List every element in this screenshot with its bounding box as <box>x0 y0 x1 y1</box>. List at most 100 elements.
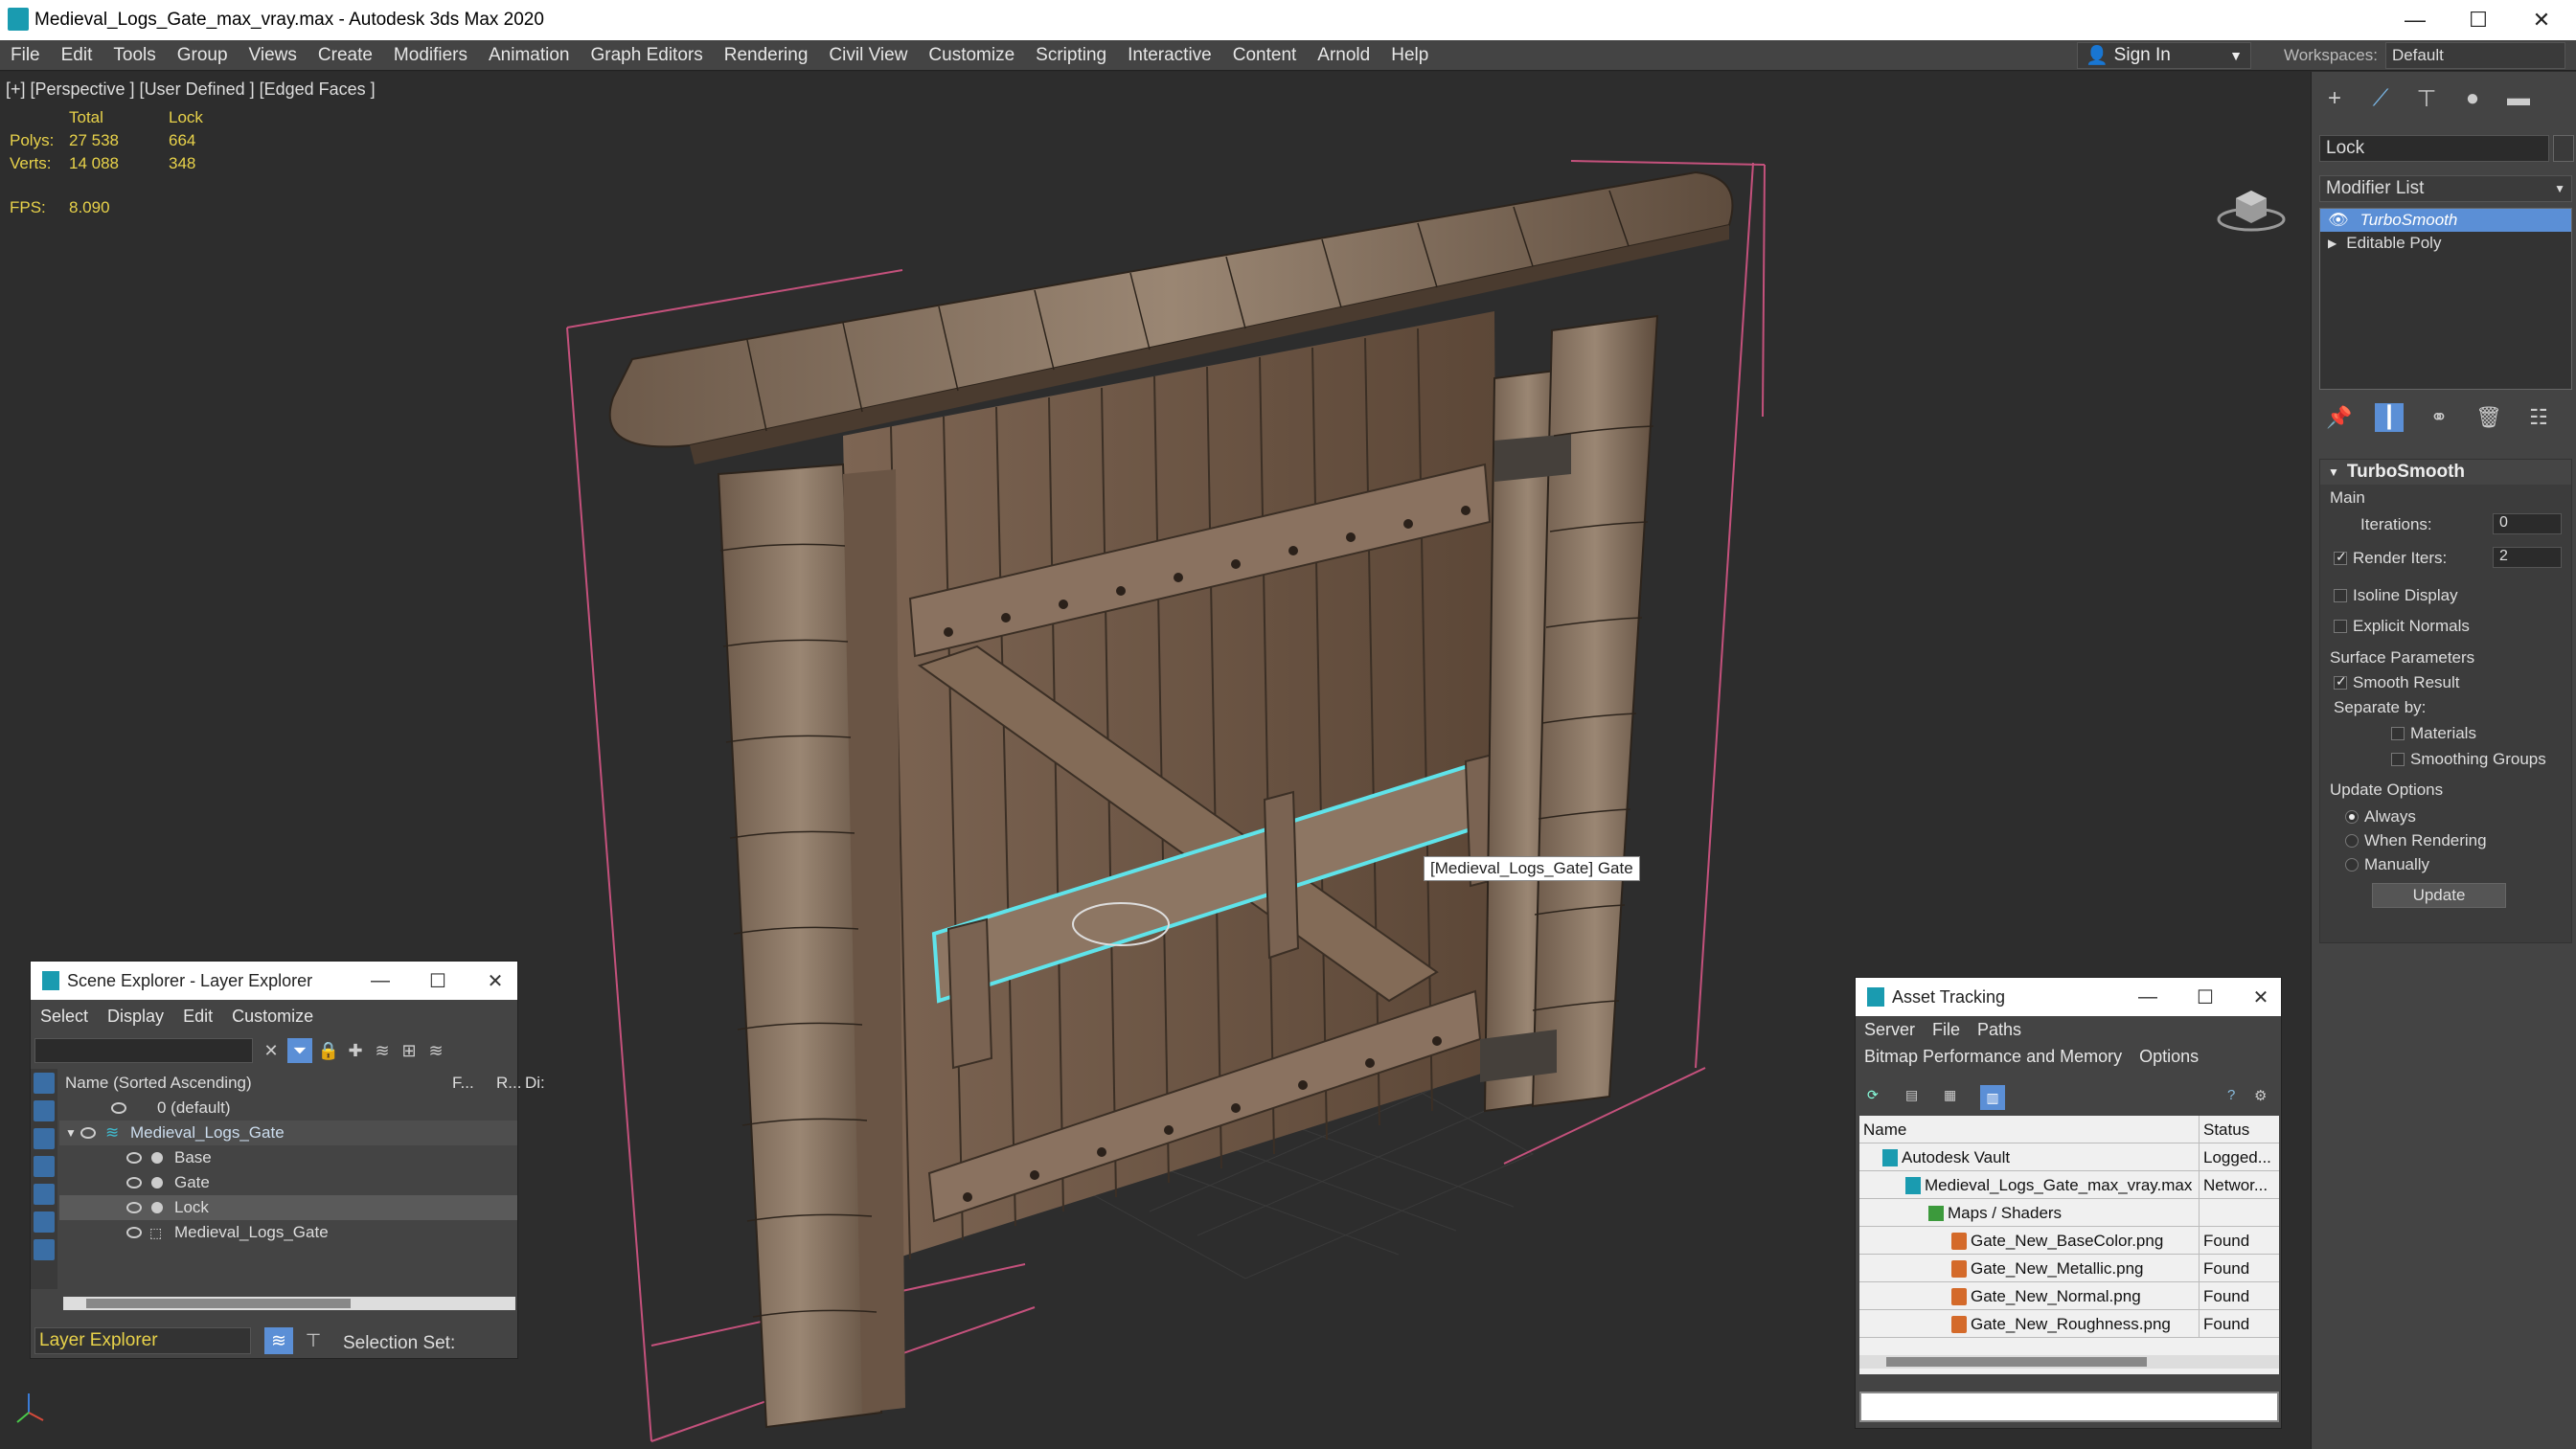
object-color-swatch[interactable] <box>2553 135 2574 162</box>
asset-column-name[interactable]: Name <box>1863 1116 1906 1143</box>
asset-row[interactable]: Medieval_Logs_Gate_max_vray.max Networ..… <box>1859 1171 2279 1199</box>
menu-tools[interactable]: Tools <box>103 45 166 66</box>
menu-file[interactable]: File <box>0 45 51 66</box>
table-view-icon[interactable]: ▦ <box>1944 1087 1965 1108</box>
asset-menu-paths[interactable]: Paths <box>1969 1020 2030 1040</box>
menu-arnold[interactable]: Arnold <box>1307 45 1380 66</box>
menu-rendering[interactable]: Rendering <box>714 45 819 66</box>
show-end-result-icon[interactable]: ┃ <box>2375 403 2404 432</box>
motion-tab-icon[interactable]: ● <box>2455 81 2490 116</box>
menu-group[interactable]: Group <box>167 45 239 66</box>
display-lights-icon[interactable] <box>34 1128 55 1149</box>
column-name[interactable]: Name (Sorted Ascending) <box>65 1074 252 1093</box>
object-row[interactable]: Gate <box>59 1170 517 1195</box>
eye-icon[interactable] <box>126 1177 142 1189</box>
scene-explorer-minimize-button[interactable]: — <box>360 962 400 1000</box>
menu-help[interactable]: Help <box>1380 45 1439 66</box>
materials-checkbox[interactable] <box>2391 727 2405 740</box>
clear-search-icon[interactable]: ✕ <box>259 1038 284 1063</box>
viewport-label[interactable]: [+] [Perspective ] [User Defined ] [Edge… <box>6 79 376 100</box>
scene-menu-select[interactable]: Select <box>31 1007 98 1027</box>
asset-column-status[interactable]: Status <box>2199 1116 2279 1143</box>
display-none-icon[interactable] <box>34 1073 55 1094</box>
scene-menu-edit[interactable]: Edit <box>173 1007 222 1027</box>
scrollbar-thumb[interactable] <box>86 1299 351 1308</box>
eye-icon[interactable] <box>126 1227 142 1238</box>
display-helpers-icon[interactable] <box>34 1184 55 1205</box>
remove-modifier-icon[interactable]: 🗑 <box>2474 403 2503 432</box>
display-spacewarps-icon[interactable] <box>34 1211 55 1233</box>
scene-explorer-titlebar[interactable]: Scene Explorer - Layer Explorer — ☐ ✕ <box>31 962 517 1000</box>
asset-close-button[interactable]: ✕ <box>2241 978 2281 1016</box>
object-row[interactable]: Base <box>59 1145 517 1170</box>
layer-explorer-icon[interactable]: ≋ <box>264 1327 293 1354</box>
isoline-display-checkbox[interactable] <box>2334 589 2347 602</box>
refresh-icon[interactable]: ⟳ <box>1867 1087 1888 1108</box>
iterations-spinner[interactable]: 0 <box>2493 513 2562 534</box>
minimize-button[interactable]: — <box>2383 0 2447 40</box>
update-button[interactable]: Update <box>2372 883 2506 908</box>
layer-stack-icon[interactable]: ≋ <box>423 1038 448 1063</box>
display-tab-icon[interactable]: ▬ <box>2501 81 2536 116</box>
smooth-result-checkbox[interactable] <box>2334 673 2347 690</box>
asset-menu-server[interactable]: Server <box>1856 1020 1924 1040</box>
column-frozen[interactable]: F... <box>452 1074 474 1093</box>
menu-customize[interactable]: Customize <box>918 45 1025 66</box>
display-geometry-icon[interactable] <box>34 1100 55 1121</box>
configure-modifier-sets-icon[interactable]: ☷ <box>2524 403 2553 432</box>
hierarchy-icon[interactable]: ⊞ <box>397 1038 422 1063</box>
display-groups-icon[interactable] <box>34 1239 55 1260</box>
menu-interactive[interactable]: Interactive <box>1117 45 1222 66</box>
object-row[interactable]: ⬚ Medieval_Logs_Gate <box>59 1220 517 1245</box>
scene-search-input[interactable] <box>34 1038 253 1063</box>
asset-menu-file[interactable]: File <box>1924 1020 1969 1040</box>
menu-scripting[interactable]: Scripting <box>1025 45 1117 66</box>
asset-row[interactable]: Maps / Shaders <box>1859 1199 2279 1227</box>
asset-row[interactable]: Gate_New_BaseColor.png Found <box>1859 1227 2279 1255</box>
settings-icon[interactable]: ⚙ <box>2254 1087 2267 1104</box>
update-always-radio[interactable] <box>2345 810 2359 824</box>
asset-path-field[interactable] <box>1859 1392 2279 1422</box>
menu-content[interactable]: Content <box>1222 45 1308 66</box>
add-layer-icon[interactable]: ✚ <box>343 1038 368 1063</box>
explicit-normals-checkbox[interactable] <box>2334 620 2347 633</box>
lock-icon[interactable]: 🔒 <box>316 1038 341 1063</box>
eye-icon[interactable]: 👁 <box>2328 211 2349 230</box>
asset-row[interactable]: Gate_New_Metallic.png Found <box>1859 1255 2279 1282</box>
smoothing-groups-checkbox[interactable] <box>2391 753 2405 766</box>
asset-horizontal-scrollbar[interactable] <box>1859 1355 2279 1369</box>
asset-tracking-titlebar[interactable]: Asset Tracking — ☐ ✕ <box>1856 978 2281 1016</box>
stack-item-turbosmooth[interactable]: 👁 TurboSmooth <box>2320 209 2571 232</box>
eye-icon[interactable] <box>80 1127 96 1139</box>
turbosmooth-rollout-header[interactable]: ▼ TurboSmooth <box>2320 460 2571 485</box>
maximize-button[interactable]: ☐ <box>2447 0 2510 40</box>
menu-create[interactable]: Create <box>308 45 383 66</box>
scene-explorer-close-button[interactable]: ✕ <box>475 962 515 1000</box>
hierarchy-tab-icon[interactable]: ⊤ <box>2409 81 2444 116</box>
scene-menu-display[interactable]: Display <box>98 1007 173 1027</box>
layers-icon[interactable]: ≋ <box>370 1038 395 1063</box>
stack-item-editable-poly[interactable]: ▶ Editable Poly <box>2320 232 2571 255</box>
render-iters-checkbox[interactable] <box>2334 549 2347 565</box>
eye-icon[interactable] <box>126 1152 142 1164</box>
column-render[interactable]: R... <box>496 1074 521 1093</box>
update-manually-radio[interactable] <box>2345 858 2359 872</box>
expand-arrow-icon[interactable]: ▶ <box>2328 237 2337 250</box>
update-when-rendering-radio[interactable] <box>2345 834 2359 848</box>
tree-view-icon[interactable]: ▥ <box>1980 1085 2005 1110</box>
menu-civil-view[interactable]: Civil View <box>818 45 918 66</box>
modify-tab-icon[interactable]: ⟋ <box>2363 81 2398 116</box>
asset-maximize-button[interactable]: ☐ <box>2185 978 2225 1016</box>
pin-stack-icon[interactable]: 📌 <box>2325 403 2354 432</box>
list-view-icon[interactable]: ▤ <box>1905 1087 1926 1108</box>
hierarchy-explorer-icon[interactable]: ⊤ <box>299 1327 328 1354</box>
sign-in-dropdown[interactable]: 👤 Sign In ▼ <box>2077 42 2251 69</box>
scene-horizontal-scrollbar[interactable] <box>63 1297 515 1310</box>
asset-minimize-button[interactable]: — <box>2128 978 2168 1016</box>
layer-row[interactable]: 0 (default) <box>59 1096 517 1121</box>
create-tab-icon[interactable]: + <box>2317 81 2352 116</box>
menu-graph-editors[interactable]: Graph Editors <box>581 45 714 66</box>
modifier-list-dropdown[interactable]: Modifier List ▼ <box>2319 175 2572 202</box>
viewcube-icon[interactable] <box>2215 179 2288 233</box>
object-row-selected[interactable]: Lock <box>59 1195 517 1220</box>
